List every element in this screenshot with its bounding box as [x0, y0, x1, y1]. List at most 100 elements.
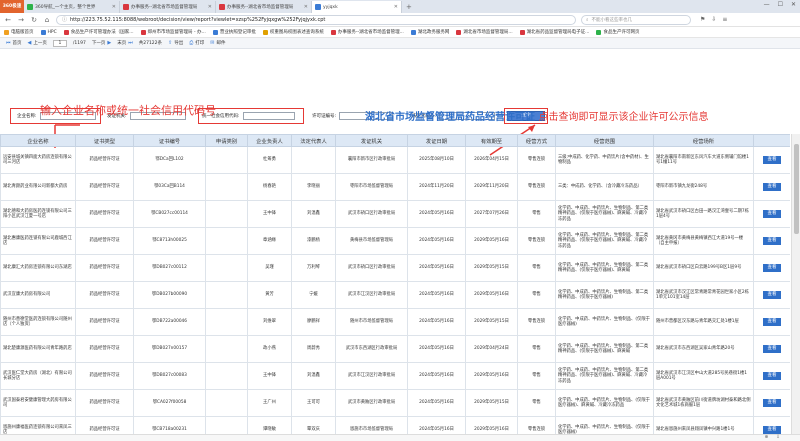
bookmark-item[interactable]: 湖北省药品监督管理局电子证...: [519, 29, 589, 35]
home-icon[interactable]: ⌂: [43, 16, 51, 24]
email-button[interactable]: ✉ 邮件: [210, 40, 225, 46]
table-cell: 零售连锁: [517, 416, 556, 434]
last-page-button[interactable]: 末页 ⏭: [117, 40, 133, 46]
table-cell: 2027年07月26日: [465, 200, 518, 228]
prev-page-icon: ◀: [27, 40, 32, 46]
table-cell: 零售: [517, 254, 556, 282]
table-row: 随州市善德堂医药连锁有限公司随州店（个人独资） 药品经营许可证 鄂DB722a000…: [0, 308, 790, 336]
close-icon[interactable]: ✕: [394, 4, 398, 10]
reload-icon[interactable]: ↻: [30, 16, 38, 24]
table-cell: 万利琴: [291, 254, 336, 282]
table-cell: 2029年05月15日: [465, 254, 518, 282]
download-icon[interactable]: ⇩: [711, 16, 716, 23]
menu-icon[interactable]: ≡: [722, 16, 727, 23]
next-page-icon: ▶: [107, 40, 112, 46]
next-page-button[interactable]: 下一页 ▶: [92, 40, 111, 46]
zoom-icon[interactable]: ⊕: [764, 435, 768, 441]
back-icon[interactable]: ←: [4, 16, 12, 24]
page-number-input[interactable]: 1: [52, 39, 67, 47]
table-cell: 2029年05月16日: [465, 362, 518, 390]
table-cell: 药品经营许可证: [75, 416, 134, 434]
table-cell: 湖北省武汉市硚口区古田一路汉江湾壹号二期7栋1层4号: [653, 200, 754, 228]
annotation-left: 输入企业名称或统一社会信用代码号: [40, 104, 216, 117]
browser-tab-active[interactable]: yyjqxk ✕: [312, 1, 402, 13]
bookmark-item[interactable]: 食品生产许可网页: [596, 29, 639, 35]
table-cell: 武汉市东西湖区行政审批局: [335, 335, 408, 363]
maximize-icon[interactable]: ☐: [778, 1, 783, 8]
table-cell: [205, 173, 248, 201]
browser-tab[interactable]: 办事服务--湖北省市场监督管理局 ✕: [120, 1, 216, 13]
table-cell: 化学药、中成药、中药饮片、生物制品、第二类精神药品、(仅限于医疗器械)、麻黄碱、…: [555, 362, 654, 390]
export-button[interactable]: ⇪ 导出: [168, 40, 183, 46]
bookmark-icon: [596, 29, 602, 35]
bookmarks-bar: 电脑版首页 HPC 食品生产许可管理办法（国家... 郑州市市场监督管理局 - …: [0, 27, 800, 38]
browser-tab[interactable]: 办事服务--湖北省市场监督管理局 ✕: [216, 1, 312, 13]
table-cell: 药品经营许可证: [75, 227, 134, 255]
browser-tab[interactable]: 360导航_一个主页，整个世界 ✕: [24, 1, 120, 13]
bookmark-item[interactable]: 湖北政务服务网: [410, 29, 449, 35]
table-cell: 化学药、中成药、中药饮片、生物制品、第二类精神药品、(仅限于医疗器械)、麻黄碱、…: [555, 227, 654, 255]
page-info-icon[interactable]: ⓘ: [62, 16, 67, 23]
table-cell: 刘维翠: [247, 308, 292, 336]
table-cell: 化学药、中成药、中药饮片、生物制品、(仅限于医疗器械): [555, 416, 654, 434]
view-button[interactable]: 查看: [763, 183, 781, 191]
bookmark-item[interactable]: 办事服务--湖北省市场监督管理...: [330, 29, 404, 35]
bookmark-label: 食品生产许可网页: [603, 30, 640, 35]
column-header: 发证日期: [407, 134, 466, 147]
view-button[interactable]: 查看: [763, 372, 781, 380]
table-cell: 湖北省武汉市汉江区常青路常青花园世家小区2栋1单元101室14层: [653, 281, 754, 309]
view-button[interactable]: 查看: [763, 399, 781, 407]
table-cell: 湖北省恩施州来凤县翔凤镇中兴路1楼1号: [653, 416, 754, 434]
view-button[interactable]: 查看: [763, 264, 781, 272]
close-icon[interactable]: ✕: [208, 4, 212, 10]
forward-icon[interactable]: →: [17, 16, 25, 24]
view-button[interactable]: 查看: [763, 426, 781, 434]
view-button[interactable]: 查看: [763, 345, 781, 353]
url-field[interactable]: ⓘ http://223.75.52.115:8088/webroot/deci…: [56, 14, 576, 25]
minimize-icon[interactable]: —: [764, 1, 770, 8]
table-cell: 2029年05月15日: [465, 308, 518, 336]
close-icon[interactable]: ✕: [304, 4, 308, 10]
column-header: 经营方式: [517, 134, 556, 147]
scrollbar-thumb[interactable]: [794, 144, 799, 234]
view-button[interactable]: 查看: [763, 210, 781, 218]
table-cell: 2024年05月16日: [407, 362, 466, 390]
print-button[interactable]: ⎙ 打印: [189, 40, 204, 46]
prev-page-button[interactable]: ◀ 上一页: [28, 40, 47, 46]
table-cell: 鄂DB027n00157: [133, 335, 206, 363]
view-button[interactable]: 查看: [763, 318, 781, 326]
browser-search-input[interactable]: ⌕ 不能小看这些率也几: [581, 14, 691, 25]
bookmark-item[interactable]: 湖北省市场监督管理局...: [456, 29, 513, 35]
table-cell: 枣阳市新市镇九龙街248号: [653, 173, 754, 201]
bookmark-item[interactable]: 电脑版首页: [4, 29, 34, 35]
table-cell: 政小燕: [247, 335, 292, 363]
table-row: 武汉医仁堂大药房（湖北）有限公司长城分店 药品经营许可证 鄂DB027c00083 王…: [0, 362, 790, 390]
close-icon[interactable]: ✕: [112, 4, 116, 10]
credit-code-input[interactable]: [242, 112, 295, 120]
table-cell: 2029年11月20日: [465, 173, 518, 201]
view-button[interactable]: 查看: [763, 291, 781, 299]
table-cell: 2029年05月16日: [465, 416, 518, 434]
view-button[interactable]: 查看: [763, 156, 781, 164]
extension-icon[interactable]: ⚑: [700, 16, 705, 23]
table-cell: 黄芳: [247, 281, 292, 309]
table-row: 湖北康汇大药房连锁有限公司东湖店 药品经营许可证 鄂DB027c00112 吴瑾 万利琴…: [0, 254, 790, 282]
bookmark-item[interactable]: 郑州市市场监督管理局 - 办...: [140, 29, 206, 35]
download-status-icon[interactable]: ⇩: [776, 435, 780, 441]
new-tab-button[interactable]: +: [402, 1, 416, 13]
action-cell: 查看: [753, 362, 790, 390]
table-cell: [205, 227, 248, 255]
close-window-icon[interactable]: ✕: [791, 1, 796, 8]
column-header: 申请类别: [205, 134, 248, 147]
table-cell: 远安县城关镇四面大药房连锁有限公司三河店: [0, 146, 76, 174]
bookmark-item[interactable]: 权重图局权图表述查询系统: [262, 29, 324, 35]
bookmark-item[interactable]: HPC: [40, 29, 57, 35]
first-page-button[interactable]: ⏮ 首页: [6, 40, 22, 46]
bookmark-item[interactable]: 营业执照登记审批: [212, 29, 256, 35]
bookmark-item[interactable]: 食品生产许可管理办法（国家...: [63, 29, 134, 35]
bookmark-label: 权重图局权图表述查询系统: [269, 30, 324, 35]
view-button[interactable]: 查看: [763, 237, 781, 245]
table-cell: 湖北省武汉市东西湖区吴家山青年路20号: [653, 335, 754, 363]
action-cell: 查看: [753, 254, 790, 282]
vertical-scrollbar[interactable]: [791, 134, 800, 434]
